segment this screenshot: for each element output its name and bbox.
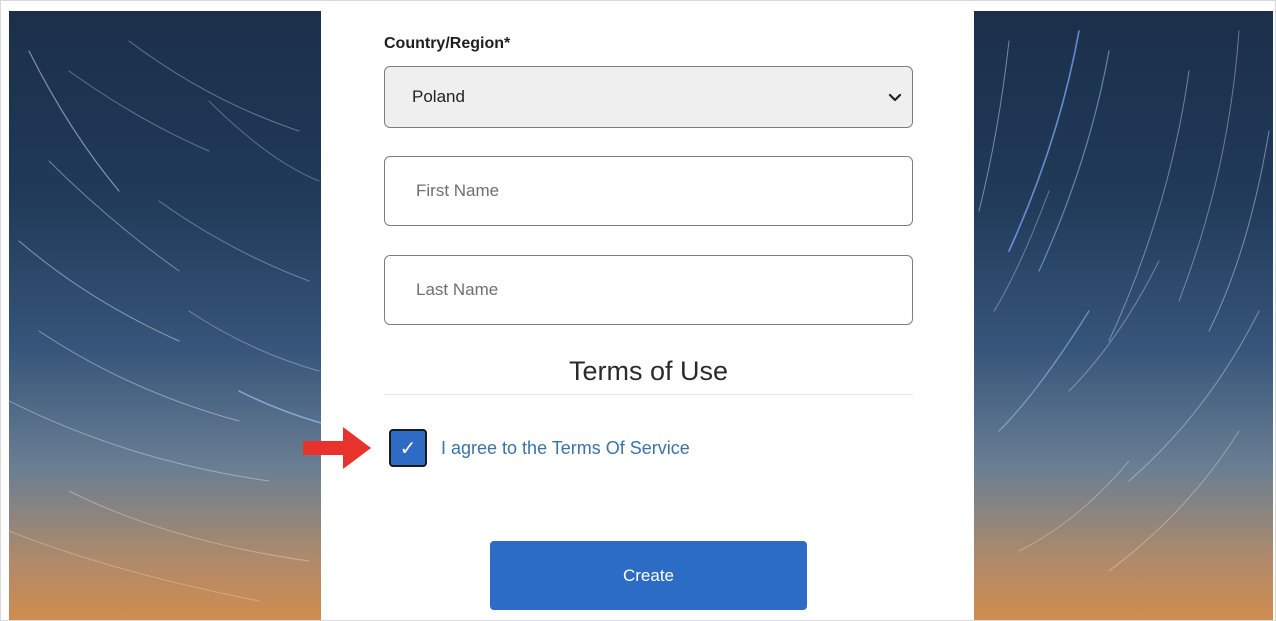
country-selected-value: Poland [412, 87, 465, 106]
last-name-placeholder: Last Name [416, 280, 499, 299]
last-name-input[interactable]: Last Name [384, 255, 913, 325]
signup-form-panel: Country/Region* Poland First Name Last N… [321, 11, 974, 620]
create-button-label: Create [622, 565, 675, 585]
terms-divider [384, 394, 913, 395]
first-name-placeholder: First Name [416, 181, 500, 200]
chevron-down-icon [888, 93, 902, 102]
first-name-input[interactable]: First Name [384, 156, 913, 226]
terms-heading: Terms of Use [568, 356, 729, 386]
terms-checkbox[interactable]: ✓ [389, 429, 427, 467]
country-label: Country/Region* [384, 35, 511, 52]
checkmark-icon: ✓ [399, 437, 417, 460]
window-frame: Country/Region* Poland First Name Last N… [0, 0, 1276, 621]
arrow-right-icon [303, 427, 371, 469]
top-strip [1, 1, 1275, 11]
terms-agree-link[interactable]: I agree to the Terms Of Service [441, 438, 690, 459]
country-select[interactable]: Poland [384, 66, 913, 128]
create-button[interactable]: Create [490, 541, 807, 610]
